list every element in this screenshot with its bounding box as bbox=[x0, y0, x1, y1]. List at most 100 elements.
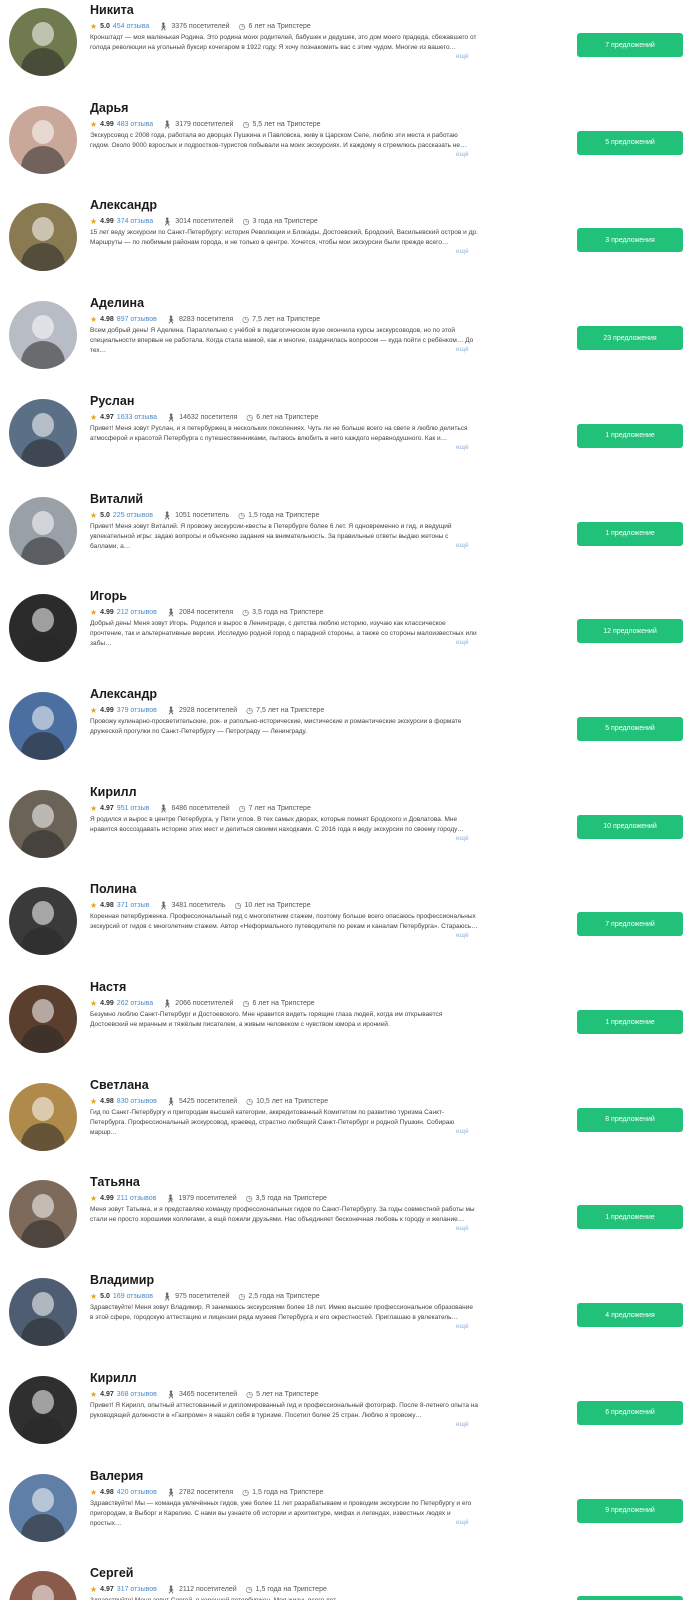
guide-name[interactable]: Александр bbox=[90, 198, 157, 212]
guide-bio-more-link[interactable]: ещё bbox=[452, 150, 469, 158]
guide-card: Никита ★ 5.0 454 отзыва 🚶︎ 3376 посетите… bbox=[0, 3, 696, 101]
guide-name[interactable]: Кирилл bbox=[90, 785, 137, 799]
guide-bio-more-link[interactable]: ещё bbox=[452, 932, 469, 940]
guide-name[interactable]: Игорь bbox=[90, 589, 127, 603]
clock-icon: ◷ bbox=[246, 705, 254, 715]
guide-avatar[interactable] bbox=[9, 1571, 77, 1600]
guide-reviews-link[interactable]: 454 отзыва bbox=[113, 23, 149, 30]
guide-avatar[interactable] bbox=[9, 8, 77, 76]
guide-offers-button[interactable]: 3 предложения bbox=[577, 1596, 683, 1600]
guide-avatar[interactable] bbox=[9, 1278, 77, 1347]
guide-reviews-link[interactable]: 169 отзывов bbox=[113, 1293, 153, 1300]
guide-reviews-link[interactable]: 420 отзывов bbox=[117, 1489, 157, 1496]
guide-offers-button[interactable]: 4 предложения bbox=[577, 1303, 683, 1328]
guide-offers-button[interactable]: 6 предложений bbox=[577, 1400, 683, 1425]
guide-offers-button[interactable]: 1 предложение bbox=[577, 423, 683, 448]
guide-offers-button[interactable]: 3 предложения bbox=[577, 228, 683, 253]
guide-bio: Привет! Меня зовут Руслан, и я петербурж… bbox=[90, 424, 468, 442]
guide-offers-button[interactable]: 23 предложения bbox=[577, 326, 683, 351]
visitors-icon: 🚶︎ bbox=[165, 1096, 177, 1106]
guide-offers-button[interactable]: 10 предложений bbox=[577, 814, 683, 839]
guide-name[interactable]: Сергей bbox=[90, 1566, 133, 1580]
guide-reviews-link[interactable]: 483 отзыва bbox=[117, 121, 153, 128]
guide-offers-button[interactable]: 8 предложений bbox=[577, 1107, 683, 1132]
star-icon: ★ bbox=[90, 1585, 98, 1595]
guide-bio-more-link[interactable]: ещё bbox=[452, 443, 469, 451]
guide-offers-button[interactable]: 1 предложение bbox=[577, 1010, 683, 1034]
guide-reviews-link[interactable]: 368 отзывов bbox=[117, 1391, 157, 1398]
guide-avatar[interactable] bbox=[9, 301, 77, 370]
guide-avatar[interactable] bbox=[9, 105, 77, 174]
guide-name[interactable]: Дарья bbox=[90, 101, 128, 115]
guide-avatar[interactable] bbox=[9, 887, 77, 956]
guide-avatar[interactable] bbox=[9, 203, 77, 272]
guide-offers-button[interactable]: 9 предложений bbox=[577, 1498, 683, 1523]
guide-bio-more-link[interactable]: ещё bbox=[452, 1127, 469, 1135]
guide-reviews-link[interactable]: 212 отзывов bbox=[117, 609, 157, 616]
guide-reviews-link[interactable]: 371 отзыв bbox=[117, 902, 150, 909]
guide-reviews-link[interactable]: 225 отзывов bbox=[113, 512, 153, 519]
visitors-icon: 🚶︎ bbox=[162, 119, 173, 129]
guide-bio-more-link[interactable]: ещё bbox=[452, 834, 469, 842]
guide-bio-more-link[interactable]: ещё bbox=[452, 1323, 469, 1331]
guide-card: Александр ★ 4.99 379 отзывов 🚶︎ 2928 пос… bbox=[0, 687, 696, 785]
guide-name[interactable]: Настя bbox=[90, 980, 126, 994]
guide-avatar[interactable] bbox=[9, 398, 77, 467]
guide-name[interactable]: Никита bbox=[90, 3, 134, 17]
avatar-head-shape bbox=[32, 608, 54, 633]
guide-name[interactable]: Полина bbox=[90, 882, 136, 896]
guide-bio-more-link[interactable]: ещё bbox=[452, 53, 469, 60]
guide-reviews-link[interactable]: 374 отзыва bbox=[117, 218, 153, 225]
guide-avatar[interactable] bbox=[9, 1180, 77, 1249]
guide-name[interactable]: Руслан bbox=[90, 394, 134, 408]
guide-reviews-link[interactable]: 951 отзыв bbox=[117, 805, 150, 812]
guide-rating: 4.99 bbox=[100, 1000, 114, 1007]
guide-avatar[interactable] bbox=[9, 594, 77, 663]
guide-avatar[interactable] bbox=[9, 691, 77, 760]
guide-bio-more-link[interactable]: ещё bbox=[452, 248, 469, 256]
guide-reviews-link[interactable]: 897 отзывов bbox=[117, 316, 157, 323]
guide-avatar[interactable] bbox=[9, 1375, 77, 1444]
guide-visitors: 6486 посетителей bbox=[171, 804, 230, 812]
guide-avatar[interactable] bbox=[9, 985, 77, 1053]
guide-offers-button[interactable]: 1 предложение bbox=[577, 521, 683, 546]
guide-offers-button[interactable]: 7 предложений bbox=[577, 33, 683, 57]
guide-stats: ★ 4.98 371 отзыв 🚶︎ 3481 посетитель ◷ 10… bbox=[90, 901, 311, 910]
guide-name[interactable]: Владимир bbox=[90, 1273, 154, 1287]
guide-reviews-link[interactable]: 262 отзыва bbox=[117, 1000, 153, 1007]
guide-avatar[interactable] bbox=[9, 1473, 77, 1542]
guide-name[interactable]: Светлана bbox=[90, 1078, 149, 1092]
guide-reviews-link[interactable]: 317 отзывов bbox=[117, 1586, 157, 1593]
clock-icon: ◷ bbox=[238, 510, 246, 520]
guide-rating: 4.98 bbox=[100, 902, 114, 910]
guide-name[interactable]: Кирилл bbox=[90, 1371, 137, 1385]
guide-bio-more-link[interactable]: ещё bbox=[452, 1420, 469, 1428]
guide-bio-more-link[interactable]: ещё bbox=[452, 541, 469, 549]
guide-name[interactable]: Татьяна bbox=[90, 1175, 140, 1189]
guide-reviews-link[interactable]: 379 отзывов bbox=[117, 707, 157, 714]
guide-bio-more-link[interactable]: ещё bbox=[452, 1518, 469, 1526]
guide-card: Валерия ★ 4.98 420 отзывов 🚶︎ 2782 посет… bbox=[0, 1469, 696, 1567]
guide-avatar[interactable] bbox=[9, 789, 77, 858]
guide-offers-button[interactable]: 5 предложений bbox=[577, 716, 683, 741]
guide-name[interactable]: Валерия bbox=[90, 1469, 143, 1483]
guide-card: Аделина ★ 4.98 897 отзывов 🚶︎ 8283 посет… bbox=[0, 296, 696, 394]
guide-offers-button[interactable]: 7 предложений bbox=[577, 912, 683, 937]
guide-offers-button[interactable]: 1 предложение bbox=[577, 1205, 683, 1230]
guide-avatar[interactable] bbox=[9, 496, 77, 565]
guide-name[interactable]: Аделина bbox=[90, 296, 144, 310]
guide-avatar[interactable] bbox=[9, 1082, 77, 1151]
guide-reviews-link[interactable]: 830 отзывов bbox=[117, 1098, 157, 1105]
guide-reviews-link[interactable]: 211 отзывов bbox=[117, 1195, 157, 1202]
guide-bio-more-link[interactable]: ещё bbox=[452, 639, 469, 647]
avatar-body-shape bbox=[21, 48, 65, 76]
guide-offers-button[interactable]: 12 предложений bbox=[577, 619, 683, 644]
guide-reviews-link[interactable]: 1633 отзыва bbox=[117, 414, 157, 421]
guide-name[interactable]: Виталий bbox=[90, 492, 143, 506]
guide-bio-more-link[interactable]: ещё bbox=[452, 1225, 469, 1233]
guide-name[interactable]: Александр bbox=[90, 687, 157, 701]
guide-offers-button[interactable]: 5 предложений bbox=[577, 130, 683, 155]
guide-card: Дарья ★ 4.99 483 отзыва 🚶︎ 3179 посетите… bbox=[0, 101, 696, 199]
guide-bio-more-link[interactable]: ещё bbox=[452, 346, 469, 354]
guide-bio: Здравствуйте! Меня зовут Владимир. Я зан… bbox=[90, 1304, 473, 1322]
